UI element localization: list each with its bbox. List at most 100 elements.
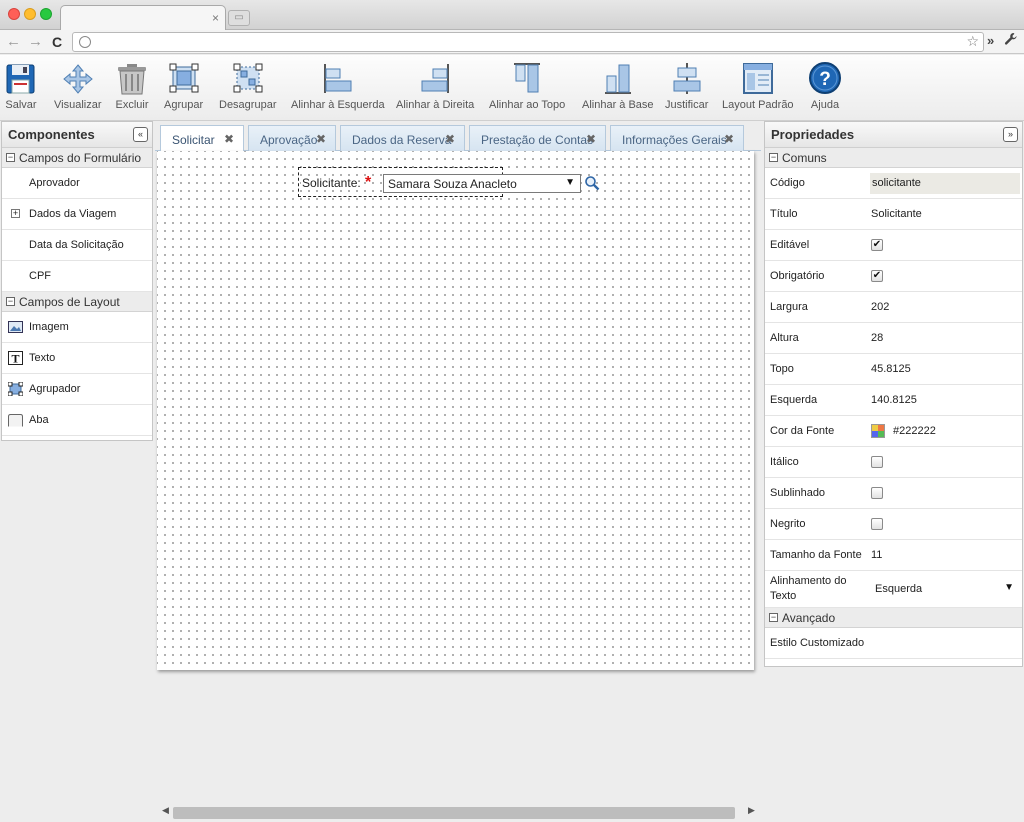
prop-tamanho-fonte: Tamanho da Fonte 11 xyxy=(765,540,1022,571)
close-tab-icon[interactable]: ✖ xyxy=(724,132,734,146)
prop-largura: Largura 202 xyxy=(765,292,1022,323)
save-label: Salvar xyxy=(5,99,37,111)
topo-input[interactable]: 45.8125 xyxy=(871,363,911,375)
dropdown-arrow-icon[interactable]: ▼ xyxy=(565,177,575,188)
search-icon[interactable] xyxy=(584,175,600,191)
component-item-dados-viagem[interactable]: + Dados da Viagem xyxy=(2,199,152,230)
prop-sublinhado: Sublinhado xyxy=(765,478,1022,509)
solicitante-select[interactable]: Samara Souza Anacleto ▼ xyxy=(383,174,581,193)
largura-input[interactable]: 202 xyxy=(871,301,889,313)
extensions-chevron-icon[interactable]: » xyxy=(987,33,994,48)
back-icon[interactable]: ← xyxy=(6,33,21,51)
horizontal-scrollbar[interactable]: ◀ ▶ xyxy=(159,804,757,820)
prop-name: Obrigatório xyxy=(770,270,825,282)
collapse-left-button[interactable]: « xyxy=(133,127,148,142)
group-button[interactable]: Agrupar xyxy=(164,55,203,121)
right-empty-area xyxy=(764,668,1023,822)
prop-name: Editável xyxy=(770,239,810,251)
scroll-left-icon[interactable]: ◀ xyxy=(162,805,169,816)
form-canvas[interactable]: Solicitante: * Samara Souza Anacleto ▼ xyxy=(157,151,754,670)
esquerda-input[interactable]: 140.8125 xyxy=(871,394,917,406)
close-window-button[interactable] xyxy=(8,8,20,20)
prop-estilo-customizado[interactable]: Estilo Customizado xyxy=(765,628,1022,659)
advanced-section[interactable]: − Avançado xyxy=(765,608,1022,628)
obrigatorio-checkbox[interactable]: ✔ xyxy=(871,270,883,282)
common-section[interactable]: − Comuns xyxy=(765,148,1022,168)
url-input[interactable]: ☆ xyxy=(72,32,984,52)
tab-dados-reserva[interactable]: Dados da Reserva ✖ xyxy=(340,125,465,151)
help-icon: ? xyxy=(808,59,842,97)
tab-aprovacao[interactable]: Aprovação ✖ xyxy=(248,125,336,151)
align-right-button[interactable]: Alinhar à Direita xyxy=(396,55,474,121)
expand-right-button[interactable]: » xyxy=(1003,127,1018,142)
prop-name: Topo xyxy=(770,363,794,375)
zoom-window-button[interactable] xyxy=(40,8,52,20)
solicitante-field-selection[interactable]: Solicitante: * Samara Souza Anacleto ▼ xyxy=(298,167,600,197)
component-label: Data da Solicitação xyxy=(29,239,124,251)
text-icon: T xyxy=(8,351,23,366)
tab-informacoes-gerais[interactable]: Informações Gerais ✖ xyxy=(610,125,744,151)
save-icon xyxy=(4,59,38,97)
prop-name: Altura xyxy=(770,332,799,344)
trash-icon xyxy=(115,59,149,97)
cor-fonte-value[interactable]: #222222 xyxy=(893,425,936,437)
dropdown-arrow-icon[interactable]: ▼ xyxy=(1004,582,1014,593)
altura-input[interactable]: 28 xyxy=(871,332,883,344)
sublinhado-checkbox[interactable] xyxy=(871,487,883,499)
close-tab-icon[interactable]: ✖ xyxy=(586,132,596,146)
tab-solicitar[interactable]: Solicitar ✖ xyxy=(160,125,244,152)
image-icon xyxy=(8,320,23,334)
alinhamento-select[interactable]: Esquerda xyxy=(875,583,922,595)
collapse-minus-icon: − xyxy=(6,152,15,162)
delete-button[interactable]: Excluir xyxy=(115,55,149,121)
scroll-right-icon[interactable]: ▶ xyxy=(748,805,755,816)
component-item-data-solicitacao[interactable]: Data da Solicitação xyxy=(2,230,152,261)
help-button[interactable]: ? Ajuda xyxy=(808,55,842,121)
align-bottom-button[interactable]: Alinhar à Base xyxy=(582,55,654,121)
component-item-aprovador[interactable]: Aprovador xyxy=(2,168,152,199)
reload-icon[interactable]: C xyxy=(52,33,62,51)
expand-plus-icon[interactable]: + xyxy=(11,209,20,218)
editavel-checkbox[interactable]: ✔ xyxy=(871,239,883,251)
component-item-imagem[interactable]: Imagem xyxy=(2,312,152,343)
titulo-input[interactable]: Solicitante xyxy=(871,208,922,220)
delete-label: Excluir xyxy=(115,99,149,111)
close-tab-icon[interactable]: ✖ xyxy=(224,132,234,146)
collapse-minus-icon: − xyxy=(6,296,15,306)
default-layout-button[interactable]: Layout Padrão xyxy=(722,55,794,121)
bookmark-star-icon[interactable]: ☆ xyxy=(966,33,979,50)
italico-checkbox[interactable] xyxy=(871,456,883,468)
scrollbar-thumb[interactable] xyxy=(173,807,735,819)
prop-name: Alinhamento do Texto xyxy=(770,575,847,602)
component-item-agrupador[interactable]: Agrupador xyxy=(2,374,152,405)
forward-icon[interactable]: → xyxy=(28,33,43,51)
minimize-window-button[interactable] xyxy=(24,8,36,20)
prop-name: Largura xyxy=(770,301,808,313)
component-item-aba[interactable]: Aba xyxy=(2,405,152,436)
align-left-icon xyxy=(321,59,355,97)
align-top-button[interactable]: Alinhar ao Topo xyxy=(489,55,565,121)
component-item-texto[interactable]: T Texto xyxy=(2,343,152,374)
prop-negrito: Negrito xyxy=(765,509,1022,540)
browser-tab[interactable]: × xyxy=(60,5,226,31)
negrito-checkbox[interactable] xyxy=(871,518,883,530)
wrench-icon[interactable] xyxy=(1004,32,1018,49)
justify-button[interactable]: Justificar xyxy=(665,55,708,121)
save-button[interactable]: Salvar xyxy=(4,55,38,121)
codigo-input[interactable]: solicitante xyxy=(870,173,1020,194)
new-tab-button[interactable]: ▭ xyxy=(228,10,250,26)
close-tab-icon[interactable]: ✖ xyxy=(445,132,455,146)
component-item-cpf[interactable]: CPF xyxy=(2,261,152,292)
tab-prestacao-contas[interactable]: Prestação de Contas ✖ xyxy=(469,125,606,151)
color-picker-icon[interactable] xyxy=(871,424,885,438)
align-left-button[interactable]: Alinhar à Esquerda xyxy=(291,55,385,121)
form-fields-section[interactable]: − Campos do Formulário xyxy=(2,148,152,168)
browser-tab-close-icon[interactable]: × xyxy=(212,11,219,25)
preview-button[interactable]: Visualizar xyxy=(54,55,102,121)
advanced-section-label: Avançado xyxy=(782,611,836,625)
ungroup-button[interactable]: Desagrupar xyxy=(219,55,276,121)
close-tab-icon[interactable]: ✖ xyxy=(316,132,326,146)
components-panel: Componentes « − Campos do Formulário Apr… xyxy=(1,121,153,441)
tamanho-fonte-input[interactable]: 11 xyxy=(871,549,882,561)
layout-fields-section[interactable]: − Campos de Layout xyxy=(2,292,152,312)
